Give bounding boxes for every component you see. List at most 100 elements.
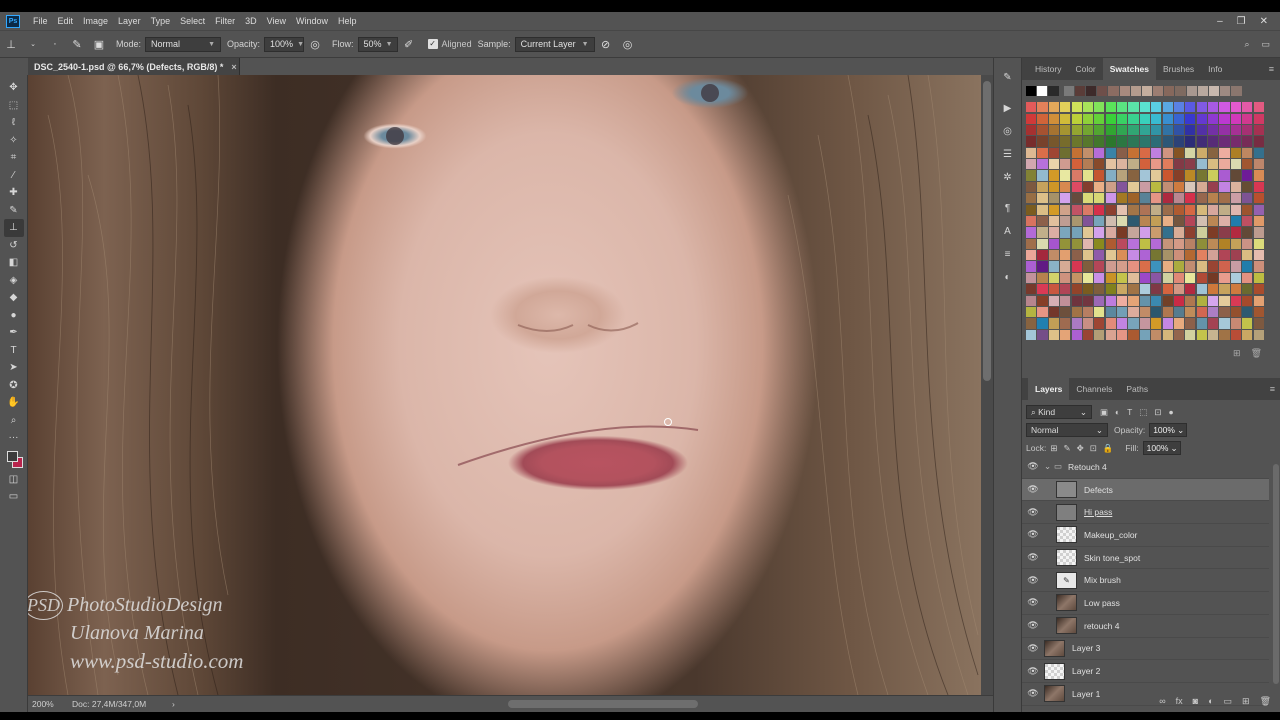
swatch[interactable] [1105, 204, 1116, 215]
swatch[interactable] [1175, 86, 1186, 97]
swatch[interactable] [1119, 86, 1130, 97]
swatch[interactable] [1128, 147, 1139, 158]
swatch[interactable] [1173, 272, 1185, 283]
swatch[interactable] [1151, 102, 1162, 113]
paint-bucket-tool-icon[interactable]: ◈ [4, 272, 24, 290]
swatch[interactable] [1162, 204, 1173, 215]
swatch[interactable] [1037, 329, 1048, 340]
healing-brush-tool-icon[interactable]: ✚ [4, 184, 24, 202]
color-swatches[interactable] [4, 449, 24, 471]
layer-row[interactable]: 👁 Layer 2 [1022, 660, 1269, 683]
layer-row[interactable]: 👁 retouch 4 [1022, 615, 1269, 638]
swatch[interactable] [1185, 102, 1196, 113]
swatch[interactable] [1173, 261, 1185, 272]
swatch[interactable] [1130, 86, 1141, 97]
swatch[interactable] [1162, 227, 1173, 238]
swatch[interactable] [1128, 215, 1139, 227]
swatch[interactable] [1253, 250, 1264, 261]
swatch[interactable] [1082, 295, 1094, 306]
swatch[interactable] [1173, 113, 1185, 124]
eye-icon[interactable]: 👁 [1022, 484, 1044, 495]
swatch[interactable] [1242, 159, 1253, 170]
swatch[interactable] [1060, 272, 1071, 283]
swatch[interactable] [1105, 284, 1116, 295]
pixel-filter-icon[interactable]: ▣ [1100, 407, 1108, 418]
swatch[interactable] [1208, 261, 1219, 272]
swatch[interactable] [1026, 86, 1037, 97]
eraser-tool-icon[interactable]: ◧ [4, 254, 24, 272]
swatch[interactable] [1253, 204, 1264, 215]
clone-source-panel-icon[interactable]: ◎ [999, 122, 1017, 140]
swatch[interactable] [1219, 124, 1230, 136]
swatch[interactable] [1219, 204, 1230, 215]
add-mask-icon[interactable]: ◙ [1193, 696, 1198, 706]
swatch[interactable] [1151, 329, 1162, 340]
swatch[interactable] [1071, 306, 1082, 318]
swatch[interactable] [1094, 284, 1105, 295]
swatch[interactable] [1094, 181, 1105, 192]
swatch[interactable] [1026, 181, 1037, 192]
swatch[interactable] [1230, 284, 1241, 295]
swatch[interactable] [1208, 204, 1219, 215]
swatch[interactable] [1196, 102, 1207, 113]
swatch[interactable] [1151, 193, 1162, 204]
filter-toggle-icon[interactable]: ● [1169, 407, 1174, 418]
swatch[interactable] [1253, 284, 1264, 295]
swatch[interactable] [1185, 215, 1196, 227]
swatch[interactable] [1242, 170, 1253, 181]
swatch[interactable] [1071, 181, 1082, 192]
swatch[interactable] [1037, 170, 1048, 181]
link-layers-icon[interactable]: ∞ [1159, 696, 1165, 706]
swatch[interactable] [1071, 102, 1082, 113]
swatch[interactable] [1139, 272, 1150, 283]
swatch[interactable] [1219, 238, 1230, 249]
sample-select[interactable]: Current Layer ▼ [514, 36, 595, 52]
crop-tool-icon[interactable]: ⌗ [4, 149, 24, 167]
swatch[interactable] [1185, 124, 1196, 136]
swatch[interactable] [1060, 329, 1071, 340]
swatch[interactable] [1162, 238, 1173, 249]
swatch[interactable] [1162, 170, 1173, 181]
swatch[interactable] [1128, 272, 1139, 283]
swatch[interactable] [1230, 136, 1241, 147]
swatch[interactable] [1230, 102, 1241, 113]
swatch[interactable] [1026, 284, 1037, 295]
swatch[interactable] [1037, 136, 1048, 147]
swatch[interactable] [1196, 147, 1207, 158]
swatch[interactable] [1037, 193, 1048, 204]
eyedropper-tool-icon[interactable]: ⁄ [4, 167, 24, 185]
swatch[interactable] [1151, 295, 1162, 306]
swatch[interactable] [1108, 86, 1119, 97]
swatch[interactable] [1071, 113, 1082, 124]
swatch[interactable] [1196, 136, 1207, 147]
quick-select-tool-icon[interactable]: ✧ [4, 132, 24, 150]
swatch[interactable] [1037, 181, 1048, 192]
swatch[interactable] [1082, 147, 1094, 158]
swatch[interactable] [1185, 113, 1196, 124]
swatch[interactable] [1037, 284, 1048, 295]
swatch[interactable] [1105, 170, 1116, 181]
swatch[interactable] [1253, 272, 1264, 283]
swatch[interactable] [1253, 170, 1264, 181]
swatch[interactable] [1208, 284, 1219, 295]
status-arrow-icon[interactable]: › [172, 699, 175, 709]
swatch[interactable] [1094, 272, 1105, 283]
adjustments-icon[interactable]: ≡ [999, 245, 1017, 263]
swatch[interactable] [1196, 238, 1207, 249]
group-expand-chevron-icon[interactable]: ⌄ [1044, 461, 1054, 472]
swatch[interactable] [1082, 170, 1094, 181]
swatch[interactable] [1094, 147, 1105, 158]
swatch[interactable] [1242, 306, 1253, 318]
swatch[interactable] [1117, 147, 1128, 158]
swatch[interactable] [1242, 136, 1253, 147]
swatch[interactable] [1071, 159, 1082, 170]
layer-row[interactable]: 👁 Defects [1022, 478, 1269, 502]
swatch[interactable] [1139, 204, 1150, 215]
swatch[interactable] [1139, 147, 1150, 158]
swatch[interactable] [1242, 113, 1253, 124]
swatch[interactable] [1173, 215, 1185, 227]
swatch[interactable] [1196, 329, 1207, 340]
swatch[interactable] [1026, 113, 1037, 124]
swatch[interactable] [1037, 261, 1048, 272]
swatch[interactable] [1048, 124, 1059, 136]
